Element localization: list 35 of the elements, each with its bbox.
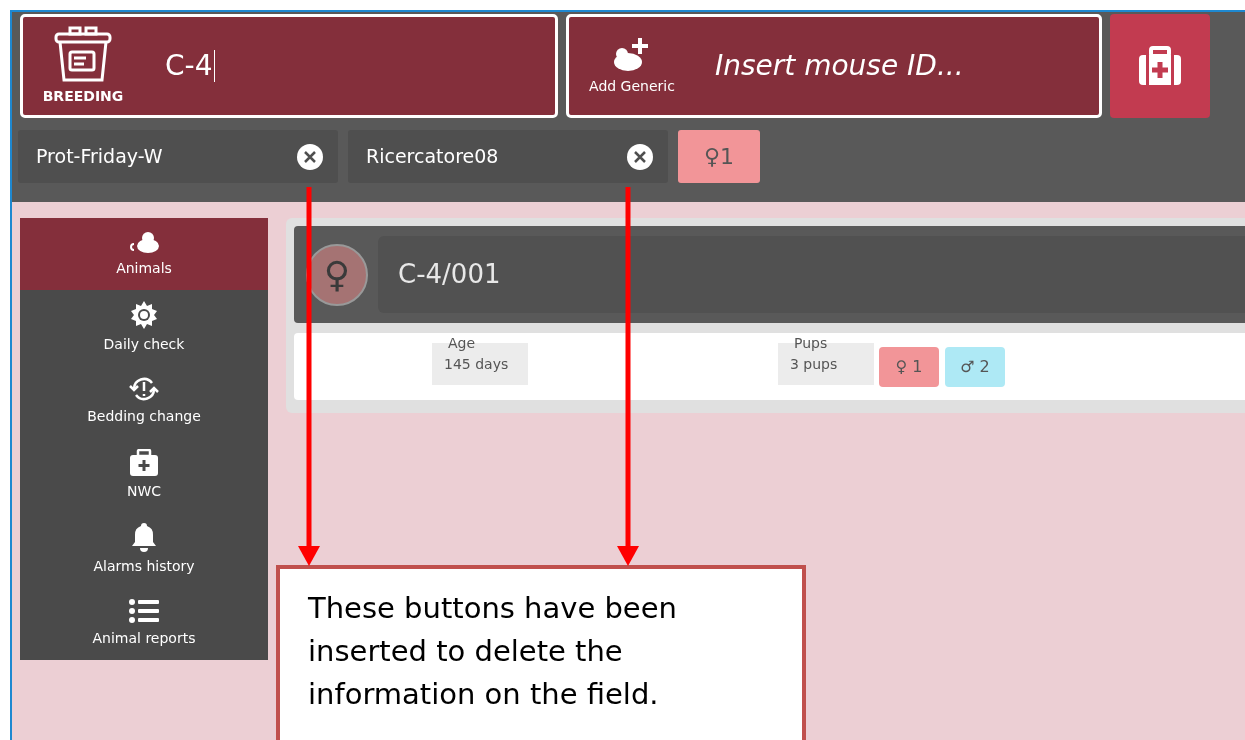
mouse-icon [128, 229, 160, 254]
list-icon [129, 597, 159, 624]
refresh-alert-icon [129, 375, 159, 402]
container-icon [52, 25, 114, 84]
clear-icon[interactable] [626, 142, 654, 171]
filter-field[interactable]: Ricercatore08 [348, 130, 668, 183]
sidebar-item[interactable]: Animal reports [20, 586, 268, 660]
text-cursor [214, 50, 216, 82]
medkit-icon [1137, 46, 1183, 86]
animal-id: C-4/001 [398, 258, 501, 291]
sidebar-item[interactable]: Bedding change [20, 364, 268, 438]
bell-icon [130, 521, 158, 552]
field-label: Age [448, 334, 476, 353]
field-label: Pups [794, 334, 828, 353]
sidebar-item[interactable]: Animals [20, 218, 268, 290]
pup-count-badge: ♂ 2 [945, 347, 1005, 387]
breeding-field[interactable]: BREEDING C-4 [20, 14, 558, 118]
clear-icon[interactable] [296, 142, 324, 171]
filter-field[interactable]: Prot-Friday-W [18, 130, 338, 183]
medkit-button[interactable] [1110, 14, 1210, 118]
sidebar-item[interactable]: Alarms history [20, 512, 268, 586]
filter-value: Prot-Friday-W [36, 144, 163, 170]
medkit-icon [129, 448, 159, 477]
pup-count-badge: ♀ 1 [879, 347, 939, 387]
filter-value: Ricercatore08 [366, 144, 499, 170]
breeding-value: C-4 [165, 48, 213, 84]
mouse-id-input[interactable]: Insert mouse ID... [715, 45, 1075, 87]
callout-text: These buttons have been inserted to delete the information on the field. [308, 590, 678, 713]
female-count-badge: ♀1 [678, 130, 760, 183]
gear-icon [129, 299, 159, 330]
sidebar-item[interactable]: NWC [20, 438, 268, 512]
mouse-id-field[interactable]: Add Generic Insert mouse ID... [566, 14, 1102, 118]
add-generic-label: Add Generic [589, 76, 675, 96]
sidebar-item[interactable]: Daily check [20, 290, 268, 364]
breeding-label: BREEDING [42, 86, 124, 106]
